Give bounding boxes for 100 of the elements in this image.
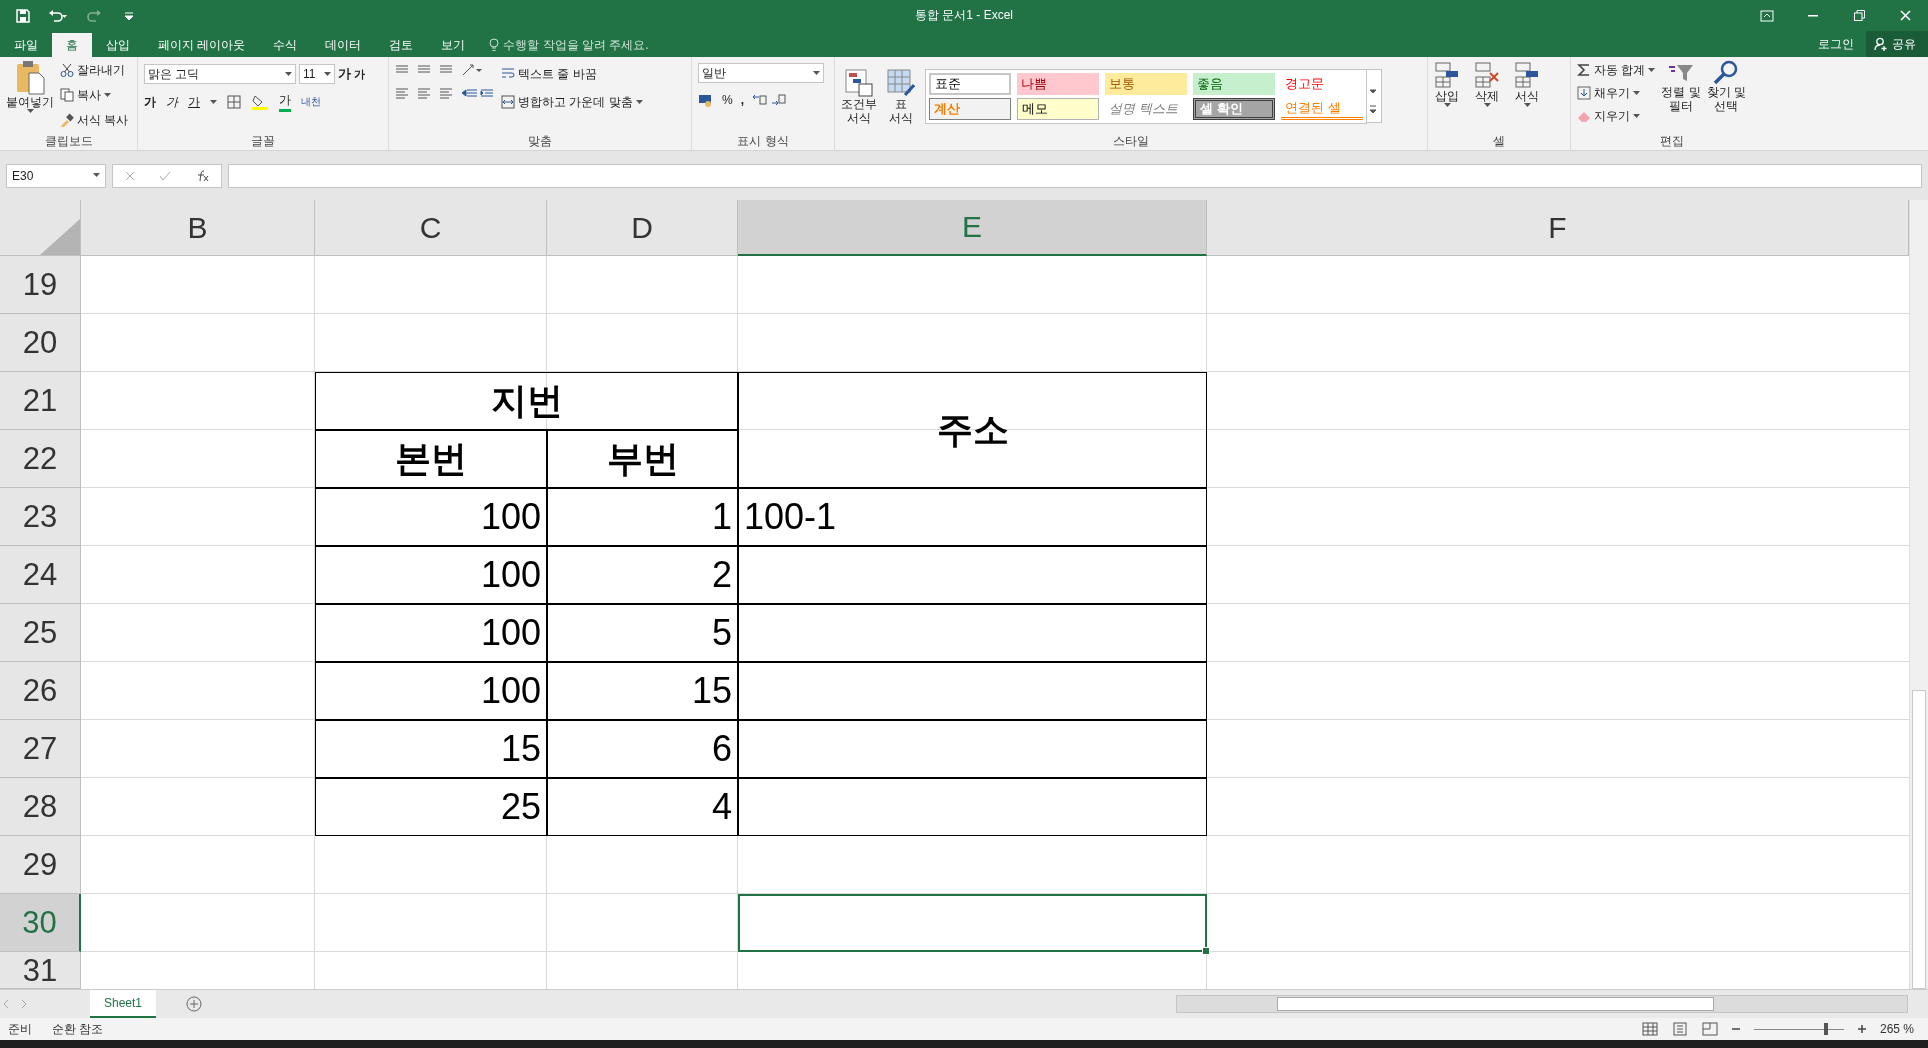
table-cell: 100 [315,604,547,662]
grow-font-button[interactable]: 가 [338,63,351,85]
font-color-button[interactable]: 가 [279,92,291,112]
caret-icon[interactable] [1523,103,1531,108]
caret-icon[interactable] [210,99,217,105]
copy-button[interactable]: 복사 [60,84,129,106]
autosum-button[interactable]: 자동 합계 [1577,59,1656,81]
cut-button[interactable]: 잘라내기 [60,59,129,81]
caret-icon[interactable] [104,92,111,98]
ribbon-tab[interactable]: 검토 [375,33,428,57]
format-table-button[interactable]: 표 서식 [887,68,915,125]
zoom-level[interactable]: 265 % [1879,1022,1914,1036]
caret-icon[interactable] [1443,103,1451,108]
column-header[interactable]: C [315,200,547,256]
vertical-scrollbar[interactable] [1909,200,1928,989]
caret-icon[interactable] [1648,67,1656,73]
number-format-field[interactable]: 일반 [698,63,824,83]
share-button[interactable]: 공유 [1866,31,1928,57]
save-icon[interactable] [16,8,30,23]
wrap-text-button[interactable]: 텍스트 줄 바꿈 [501,63,643,85]
bold-button[interactable]: 가 [144,91,156,113]
selected-cell[interactable] [738,894,1207,952]
row-header[interactable]: 27 [0,720,81,778]
fill-color-icon[interactable] [251,94,269,110]
row-header[interactable]: 28 [0,778,81,836]
ribbon-tab[interactable]: 삽입 [92,33,144,57]
zoom-in-icon[interactable] [1857,1025,1866,1033]
row-header[interactable]: 23 [0,488,81,546]
customize-icon[interactable] [124,10,134,21]
fill-button[interactable]: 채우기 [1577,82,1656,104]
insert-cells-button[interactable]: 삽입 [1434,61,1460,108]
add-sheet-icon[interactable] [186,996,203,1012]
caret-icon[interactable] [26,109,34,114]
formula-field[interactable] [228,163,1922,188]
cell-style[interactable]: 메모 [1017,98,1099,120]
row-header[interactable]: 24 [0,546,81,604]
ribbon-tab[interactable]: 데이터 [311,33,376,57]
ribbon-tab[interactable]: 보기 [427,33,480,57]
cell-style[interactable]: 표준 [929,73,1011,95]
ribbon-tab[interactable]: 페이지 레이아웃 [144,33,260,57]
cell-style[interactable]: 좋음 [1193,73,1275,95]
delete-cells-button[interactable]: 삭제 [1474,61,1500,108]
row-header[interactable]: 21 [0,372,81,430]
clear-button[interactable]: 지우기 [1577,105,1656,127]
tell-me-field[interactable]: 수행할 작업을 알려 주세요. [479,33,649,57]
decimal-icon[interactable] [752,93,788,107]
merge-center-button[interactable]: 병합하고 가운데 맞춤 [501,91,643,113]
zoom-out-icon[interactable] [1731,1025,1740,1033]
caret-icon[interactable] [1633,113,1640,119]
borders-icon[interactable] [227,95,241,109]
currency-icon[interactable] [698,93,714,107]
cell-style[interactable]: 보통 [1105,73,1187,95]
conditional-format-button[interactable]: 조건부 서식 [841,68,877,125]
row-header[interactable]: 20 [0,314,81,372]
paste-button[interactable]: 붙여넣기 [6,59,54,114]
function-icon[interactable] [195,169,209,182]
column-header[interactable]: E [738,200,1207,256]
caret-icon[interactable] [285,71,292,77]
row-header[interactable]: 31 [0,952,81,989]
find-select-button[interactable]: 찾기 및 선택 [1706,59,1747,113]
italic-button[interactable]: 가 [166,91,178,113]
ribbon-tab[interactable]: 수식 [259,33,312,57]
format-painter-button[interactable]: 서식 복사 [60,109,129,131]
row-header[interactable]: 29 [0,836,81,894]
phonetic-button[interactable]: 내천 [301,91,321,113]
login-link[interactable]: 로그인 [1806,35,1866,53]
row-header[interactable]: 30 [0,894,81,952]
orientation-icon[interactable] [461,63,483,77]
zoom-slider-thumb[interactable] [1824,1023,1829,1035]
ribbon-tab[interactable]: 파일 [0,33,52,57]
format-cells-button[interactable]: 서식 [1514,61,1540,108]
row-header[interactable]: 22 [0,430,81,488]
row-header[interactable]: 19 [0,256,81,314]
percent-button[interactable]: % [722,89,733,111]
column-header[interactable]: F [1207,200,1909,256]
cell-style[interactable]: 나쁨 [1017,73,1099,95]
sheet-tab[interactable]: Sheet1 [90,990,157,1018]
shrink-font-button[interactable]: 가 [354,63,365,85]
indent-icon[interactable] [461,87,495,99]
normal-view-icon[interactable] [1641,1022,1658,1036]
row-header[interactable]: 26 [0,662,81,720]
name-box[interactable]: E30 [6,163,106,188]
undo-icon[interactable] [48,8,68,23]
font-name-field[interactable]: 맑은 고딕 [144,64,296,84]
caret-icon[interactable] [93,173,100,178]
column-header[interactable]: B [81,200,315,256]
row-header[interactable]: 25 [0,604,81,662]
underline-button[interactable]: 가 [188,91,200,113]
caret-icon[interactable] [1483,103,1491,108]
caret-icon[interactable] [813,70,820,76]
caret-icon[interactable] [635,99,643,105]
caret-icon[interactable] [1633,90,1640,96]
column-header[interactable]: D [547,200,738,256]
font-size-field[interactable]: 11 [299,64,335,84]
sort-filter-button[interactable]: 정렬 및 필터 [1661,59,1701,113]
ribbon-tab[interactable]: 홈 [52,33,92,57]
horizontal-scrollbar[interactable] [1176,995,1908,1013]
page-break-icon[interactable] [1701,1022,1718,1036]
caret-icon[interactable] [324,71,331,77]
comma-button[interactable]: , [740,89,744,111]
